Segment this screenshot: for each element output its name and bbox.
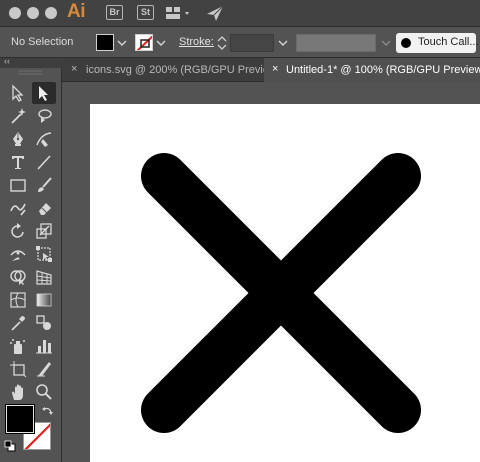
x-shape-artwork[interactable] <box>90 104 480 462</box>
document-tab-bar: × icons.svg @ 200% (RGB/GPU Preview) × U… <box>62 58 480 82</box>
stroke-dropdown-chevron-icon[interactable] <box>156 39 166 47</box>
pen-tool[interactable] <box>6 128 30 150</box>
swap-fill-stroke-icon[interactable] <box>41 405 55 419</box>
canvas-area[interactable] <box>62 82 480 462</box>
mesh-icon <box>10 292 26 308</box>
eyedropper-icon <box>11 316 25 331</box>
paintbrush-icon <box>38 177 52 192</box>
stroke-weight-chevron-icon[interactable] <box>278 39 288 47</box>
selection-status: No Selection <box>11 36 74 48</box>
scale-icon <box>36 223 52 239</box>
rotate-tool[interactable] <box>6 220 30 242</box>
tab-close-icon[interactable]: × <box>272 63 278 75</box>
tab-untitled-1[interactable]: × Untitled-1* @ 100% (RGB/GPU Preview) <box>264 58 480 82</box>
free-transform-tool[interactable] <box>32 243 56 265</box>
send-icon[interactable] <box>204 3 226 23</box>
direct-selection-tool[interactable] <box>6 82 30 104</box>
slice-tool[interactable] <box>32 358 56 380</box>
perspective-grid-icon <box>36 270 52 285</box>
free-transform-icon <box>36 246 52 262</box>
workspace-grid-icon[interactable] <box>164 3 194 23</box>
line-segment-tool[interactable] <box>32 151 56 173</box>
minimize-window-button[interactable] <box>27 7 39 19</box>
tools-panel: ‹‹ <box>0 56 62 462</box>
stroke-weight-input[interactable] <box>230 34 274 52</box>
column-graph-tool[interactable] <box>32 335 56 357</box>
symbol-sprayer-tool[interactable] <box>6 335 30 357</box>
perspective-grid-tool[interactable] <box>32 266 56 288</box>
symbol-sprayer-icon <box>10 339 25 354</box>
curvature-tool[interactable] <box>32 128 56 150</box>
zoom-window-button[interactable] <box>45 7 57 19</box>
collapse-panel-icon[interactable]: ‹‹ <box>4 56 10 66</box>
zoom-tool[interactable] <box>32 381 56 403</box>
slice-icon <box>37 362 51 377</box>
selection-icon <box>39 86 48 101</box>
artboard-tool[interactable] <box>6 358 30 380</box>
curvature-icon <box>36 132 52 147</box>
blend-tool[interactable] <box>32 312 56 334</box>
hand-tool[interactable] <box>6 381 30 403</box>
type-icon <box>12 156 24 169</box>
stroke-weight-stepper-icon[interactable] <box>216 35 228 51</box>
tab-label: Untitled-1* @ 100% (RGB/GPU Preview) <box>286 64 480 76</box>
width-tool[interactable] <box>6 243 30 265</box>
selection-tool[interactable] <box>32 82 56 104</box>
shape-builder-icon <box>10 270 26 285</box>
bridge-button[interactable]: Br <box>106 5 123 20</box>
column-graph-icon <box>36 340 52 354</box>
artboard-icon <box>10 361 27 378</box>
rotate-icon <box>11 223 24 238</box>
mesh-tool[interactable] <box>6 289 30 311</box>
magic-wand-icon <box>11 108 26 124</box>
tab-label: icons.svg @ 200% (RGB/GPU Preview) <box>86 64 281 76</box>
control-bar: No Selection Stroke: Touch Call... <box>0 26 480 58</box>
line-segment-icon <box>37 155 51 170</box>
artboard[interactable] <box>90 104 480 462</box>
hand-icon <box>12 384 23 400</box>
brush-definition-dropdown[interactable]: Touch Call... <box>396 33 479 53</box>
eraser-icon <box>39 203 51 215</box>
fill-color-swatch[interactable] <box>96 34 114 51</box>
gradient-tool[interactable] <box>32 289 56 311</box>
gradient-icon <box>36 293 52 307</box>
tab-close-icon[interactable]: × <box>71 63 77 75</box>
brush-dot-icon <box>401 38 411 48</box>
pen-icon <box>13 132 23 146</box>
eraser-tool[interactable] <box>32 197 56 219</box>
lasso-tool[interactable] <box>32 105 56 127</box>
profile-chevron-icon[interactable] <box>381 39 391 47</box>
width-icon <box>10 250 26 261</box>
app-logo: Ai <box>67 1 86 22</box>
shaper-icon <box>10 203 26 216</box>
magic-wand-tool[interactable] <box>6 105 30 127</box>
stock-button[interactable]: St <box>137 5 154 20</box>
shape-builder-tool[interactable] <box>6 266 30 288</box>
rectangle-tool[interactable] <box>6 174 30 196</box>
stroke-panel-link[interactable]: Stroke: <box>179 36 214 48</box>
tab-icons-svg[interactable]: × icons.svg @ 200% (RGB/GPU Preview) <box>62 58 281 82</box>
default-fill-stroke-icon[interactable] <box>4 440 16 452</box>
lasso-icon <box>38 109 52 123</box>
close-window-button[interactable] <box>9 7 21 19</box>
none-color-icon <box>136 35 152 50</box>
shaper-tool[interactable] <box>6 197 30 219</box>
scale-tool[interactable] <box>32 220 56 242</box>
tools-panel-header[interactable]: ‹‹ <box>0 56 62 68</box>
direct-selection-icon <box>12 84 24 102</box>
variable-width-profile-field[interactable] <box>296 34 376 52</box>
zoom-icon <box>36 384 52 400</box>
blend-icon <box>36 315 51 330</box>
stroke-color-swatch[interactable] <box>135 34 153 51</box>
type-tool[interactable] <box>6 151 30 173</box>
title-bar: Ai Br St <box>0 0 480 26</box>
fill-color-box[interactable] <box>6 405 34 433</box>
panel-grip-icon[interactable] <box>18 70 42 76</box>
illustrator-window: Ai Br St No Selection Stroke: Touch Call… <box>0 0 480 462</box>
eyedropper-tool[interactable] <box>6 312 30 334</box>
rectangle-icon <box>10 179 26 192</box>
brush-definition-label: Touch Call... <box>418 36 479 48</box>
paintbrush-tool[interactable] <box>32 174 56 196</box>
fill-dropdown-chevron-icon[interactable] <box>117 39 127 47</box>
